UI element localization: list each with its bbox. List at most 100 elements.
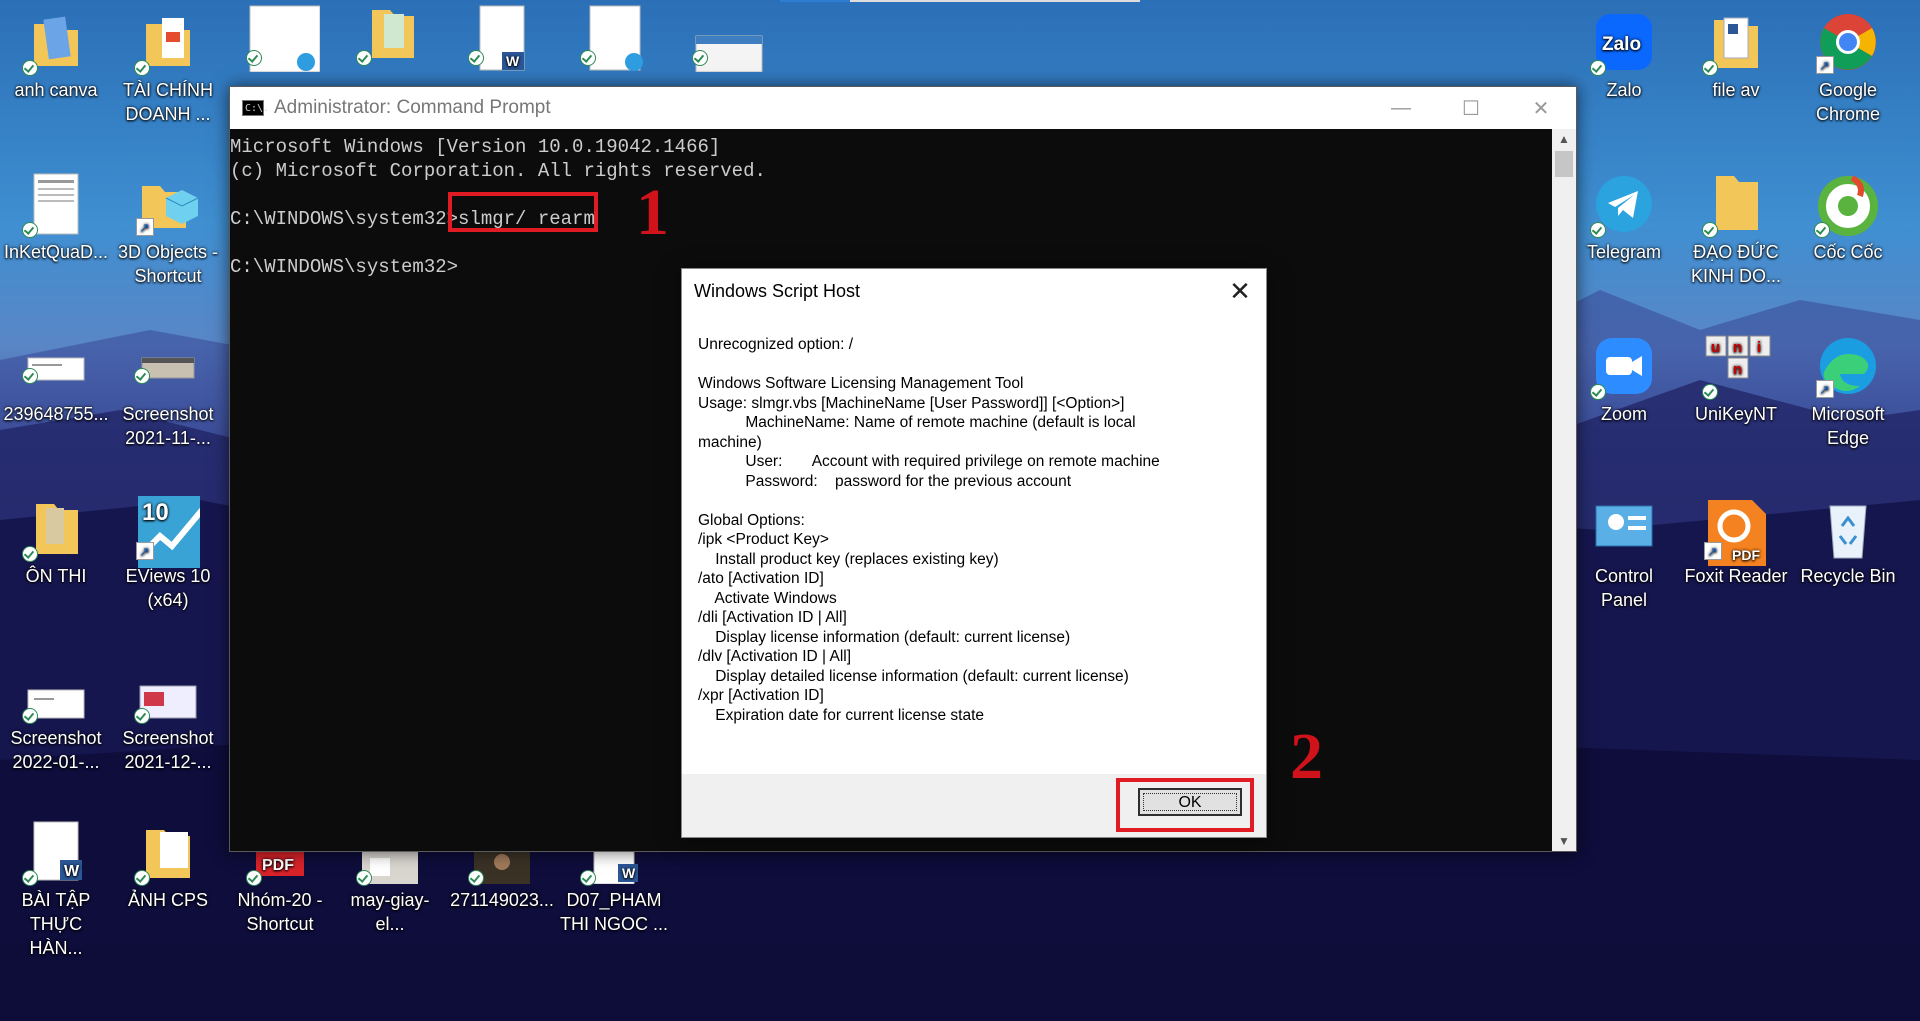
document-icon xyxy=(246,0,321,73)
close-button[interactable]: ✕ xyxy=(1506,87,1576,129)
dialog-title: Windows Script Host xyxy=(694,280,861,301)
unikey-letter-i: i xyxy=(1757,339,1761,356)
image-icon xyxy=(134,334,200,398)
unikey-letter-n2: n xyxy=(1733,361,1742,378)
desktop-icon-anh-canva[interactable]: anh canva xyxy=(2,10,110,102)
desktop-icon-screenshot-2022-01[interactable]: Screenshot 2022-01-... xyxy=(2,658,110,774)
desktop-icon-thumb-1[interactable] xyxy=(226,0,334,73)
desktop-icon-label: ẢNH CPS xyxy=(127,890,208,910)
desktop-icon-file-av[interactable]: file av xyxy=(1682,10,1790,102)
chrome-icon xyxy=(1816,10,1880,78)
cmd-line: (c) Microsoft Corporation. All rights re… xyxy=(230,160,766,182)
dialog-message-line: /dli [Activation ID | All] xyxy=(698,609,847,626)
scroll-thumb[interactable] xyxy=(1555,151,1573,177)
dialog-message-line: Display detailed license information (de… xyxy=(698,667,1129,685)
recycle-bin-icon xyxy=(1816,496,1880,560)
desktop-icon-microsoft-edge[interactable]: Microsoft Edge xyxy=(1794,334,1902,450)
pdf-icon: PDF xyxy=(246,848,312,886)
folder-icon xyxy=(134,10,200,76)
telegram-icon xyxy=(1590,172,1656,238)
word-doc-icon: W xyxy=(580,847,646,886)
svg-text:W: W xyxy=(622,865,636,881)
desktop-icon-label: Control Panel xyxy=(1594,566,1654,610)
windows-script-host-dialog[interactable]: Windows Script Host ✕ Unrecognized optio… xyxy=(681,268,1267,838)
dialog-message-line: Global Options: xyxy=(698,511,805,529)
dialog-titlebar[interactable]: Windows Script Host ✕ xyxy=(682,269,1266,313)
desktop-icon-label: 239648755... xyxy=(3,404,109,424)
desktop-icon-label: Screenshot 2022-01-... xyxy=(10,728,102,772)
cmd-scrollbar[interactable]: ▲ ▼ xyxy=(1552,129,1576,851)
desktop-icon-foxit-reader[interactable]: PDF Foxit Reader xyxy=(1682,496,1790,588)
dialog-message-line: /xpr [Activation ID] xyxy=(698,687,824,704)
desktop-icon-label: 271149023... xyxy=(450,890,554,910)
svg-text:W: W xyxy=(506,53,520,69)
dialog-message-line: Install product key (replaces existing k… xyxy=(698,550,999,568)
image-icon xyxy=(356,848,422,886)
word-doc-icon: W xyxy=(468,0,534,71)
pdf-text: PDF xyxy=(262,857,294,874)
desktop-icon-zoom[interactable]: Zoom xyxy=(1570,334,1678,426)
desktop-icon-label: Nhóm-20 - Shortcut xyxy=(237,890,323,934)
desktop-icon-dao-duc[interactable]: ĐẠO ĐỨC KINH DO... xyxy=(1682,172,1790,288)
desktop-icon-zalo[interactable]: Zalo Zalo xyxy=(1570,10,1678,102)
scroll-up-arrow-icon[interactable]: ▲ xyxy=(1552,129,1576,149)
desktop-icon-label: ÔN THI xyxy=(25,566,87,586)
cmd-titlebar[interactable]: C:\. Administrator: Command Prompt — ☐ ✕ xyxy=(230,87,1576,129)
desktop-icon-thumb-3[interactable]: W xyxy=(448,0,556,71)
folder-icon xyxy=(134,820,200,886)
dialog-close-button[interactable]: ✕ xyxy=(1226,277,1254,305)
desktop-icon-239648755[interactable]: 239648755... xyxy=(2,334,110,426)
annotation-highlight-command xyxy=(448,192,598,232)
desktop-icon-unikeynt[interactable]: unin UniKeyNT xyxy=(1682,334,1790,426)
maximize-button[interactable]: ☐ xyxy=(1436,87,1506,129)
desktop-icon-label: may-giay-el... xyxy=(350,890,430,934)
desktop-icon-label: file av xyxy=(1712,80,1760,100)
word-doc-icon: W xyxy=(22,820,88,886)
desktop-icon-thumb-4[interactable] xyxy=(560,0,668,71)
desktop-icon-label: ĐẠO ĐỨC KINH DO... xyxy=(1690,242,1781,286)
annotation-step-2: 2 xyxy=(1290,720,1323,793)
dialog-message-line: User: Account with required privilege on… xyxy=(698,453,1160,470)
desktop-icon-recycle-bin[interactable]: Recycle Bin xyxy=(1794,496,1902,588)
desktop-icon-screenshot-2021-11[interactable]: Screenshot 2021-11-... xyxy=(114,334,222,450)
control-panel-icon xyxy=(1592,496,1656,560)
desktop-icon-3d-objects[interactable]: 3D Objects - Shortcut xyxy=(114,172,222,288)
desktop-icon-bai-tap[interactable]: W BÀI TẬP THỰC HÀN... xyxy=(2,820,110,960)
desktop-icon-label: Screenshot 2021-12-... xyxy=(122,728,214,772)
desktop-icon-inketqua[interactable]: InKetQuaD... xyxy=(2,172,110,264)
minimize-button[interactable]: — xyxy=(1366,87,1436,129)
unikey-icon: unin xyxy=(1702,334,1771,400)
dialog-message-line: Password: password for the previous acco… xyxy=(698,472,1072,490)
dialog-message-line: Activate Windows xyxy=(698,589,837,607)
dialog-message: Unrecognized option: / Windows Software L… xyxy=(682,335,1266,725)
desktop-icon-eviews[interactable]: 10 EViews 10 (x64) xyxy=(114,496,222,612)
foxit-icon: PDF xyxy=(1704,496,1768,566)
desktop-icon-thumb-5[interactable] xyxy=(672,0,780,73)
folder-3d-icon xyxy=(136,172,200,240)
eviews-number: 10 xyxy=(142,499,169,526)
desktop-icon-screenshot-2021-12[interactable]: Screenshot 2021-12-... xyxy=(114,658,222,774)
scroll-down-arrow-icon[interactable]: ▼ xyxy=(1552,831,1576,851)
desktop-icon-label: Screenshot 2021-11-... xyxy=(122,404,214,448)
coccoc-icon xyxy=(1814,172,1880,238)
eviews-icon: 10 xyxy=(136,496,206,568)
dialog-message-line xyxy=(698,355,1266,375)
desktop-icon-control-panel[interactable]: Control Panel xyxy=(1570,496,1678,612)
desktop-icon-label: Cốc Cốc xyxy=(1813,242,1883,262)
desktop-icon-tai-chinh[interactable]: TÀI CHÍNH DOANH ... xyxy=(114,10,222,126)
desktop-icon-label: 3D Objects - Shortcut xyxy=(117,242,219,286)
dialog-message-line: /ipk <Product Key> xyxy=(698,531,829,548)
image-icon xyxy=(22,658,88,724)
desktop-icon-on-thi[interactable]: ÔN THI xyxy=(2,496,110,588)
desktop-icon-coc-coc[interactable]: Cốc Cốc xyxy=(1794,172,1902,264)
desktop-icon-telegram[interactable]: Telegram xyxy=(1570,172,1678,264)
desktop-icon-google-chrome[interactable]: Google Chrome xyxy=(1794,10,1902,126)
desktop-icon-label: UniKeyNT xyxy=(1694,404,1778,424)
desktop-icon-thumb-2[interactable] xyxy=(336,0,444,68)
dialog-message-line: /ato [Activation ID] xyxy=(698,570,824,587)
dialog-message-line: Unrecognized option: / xyxy=(698,336,854,353)
desktop-icon-anh-cps[interactable]: ẢNH CPS xyxy=(114,820,222,912)
cmd-window-title: Administrator: Command Prompt xyxy=(274,97,551,118)
annotation-highlight-ok xyxy=(1116,778,1254,832)
desktop-icon-label: Recycle Bin xyxy=(1800,566,1896,586)
